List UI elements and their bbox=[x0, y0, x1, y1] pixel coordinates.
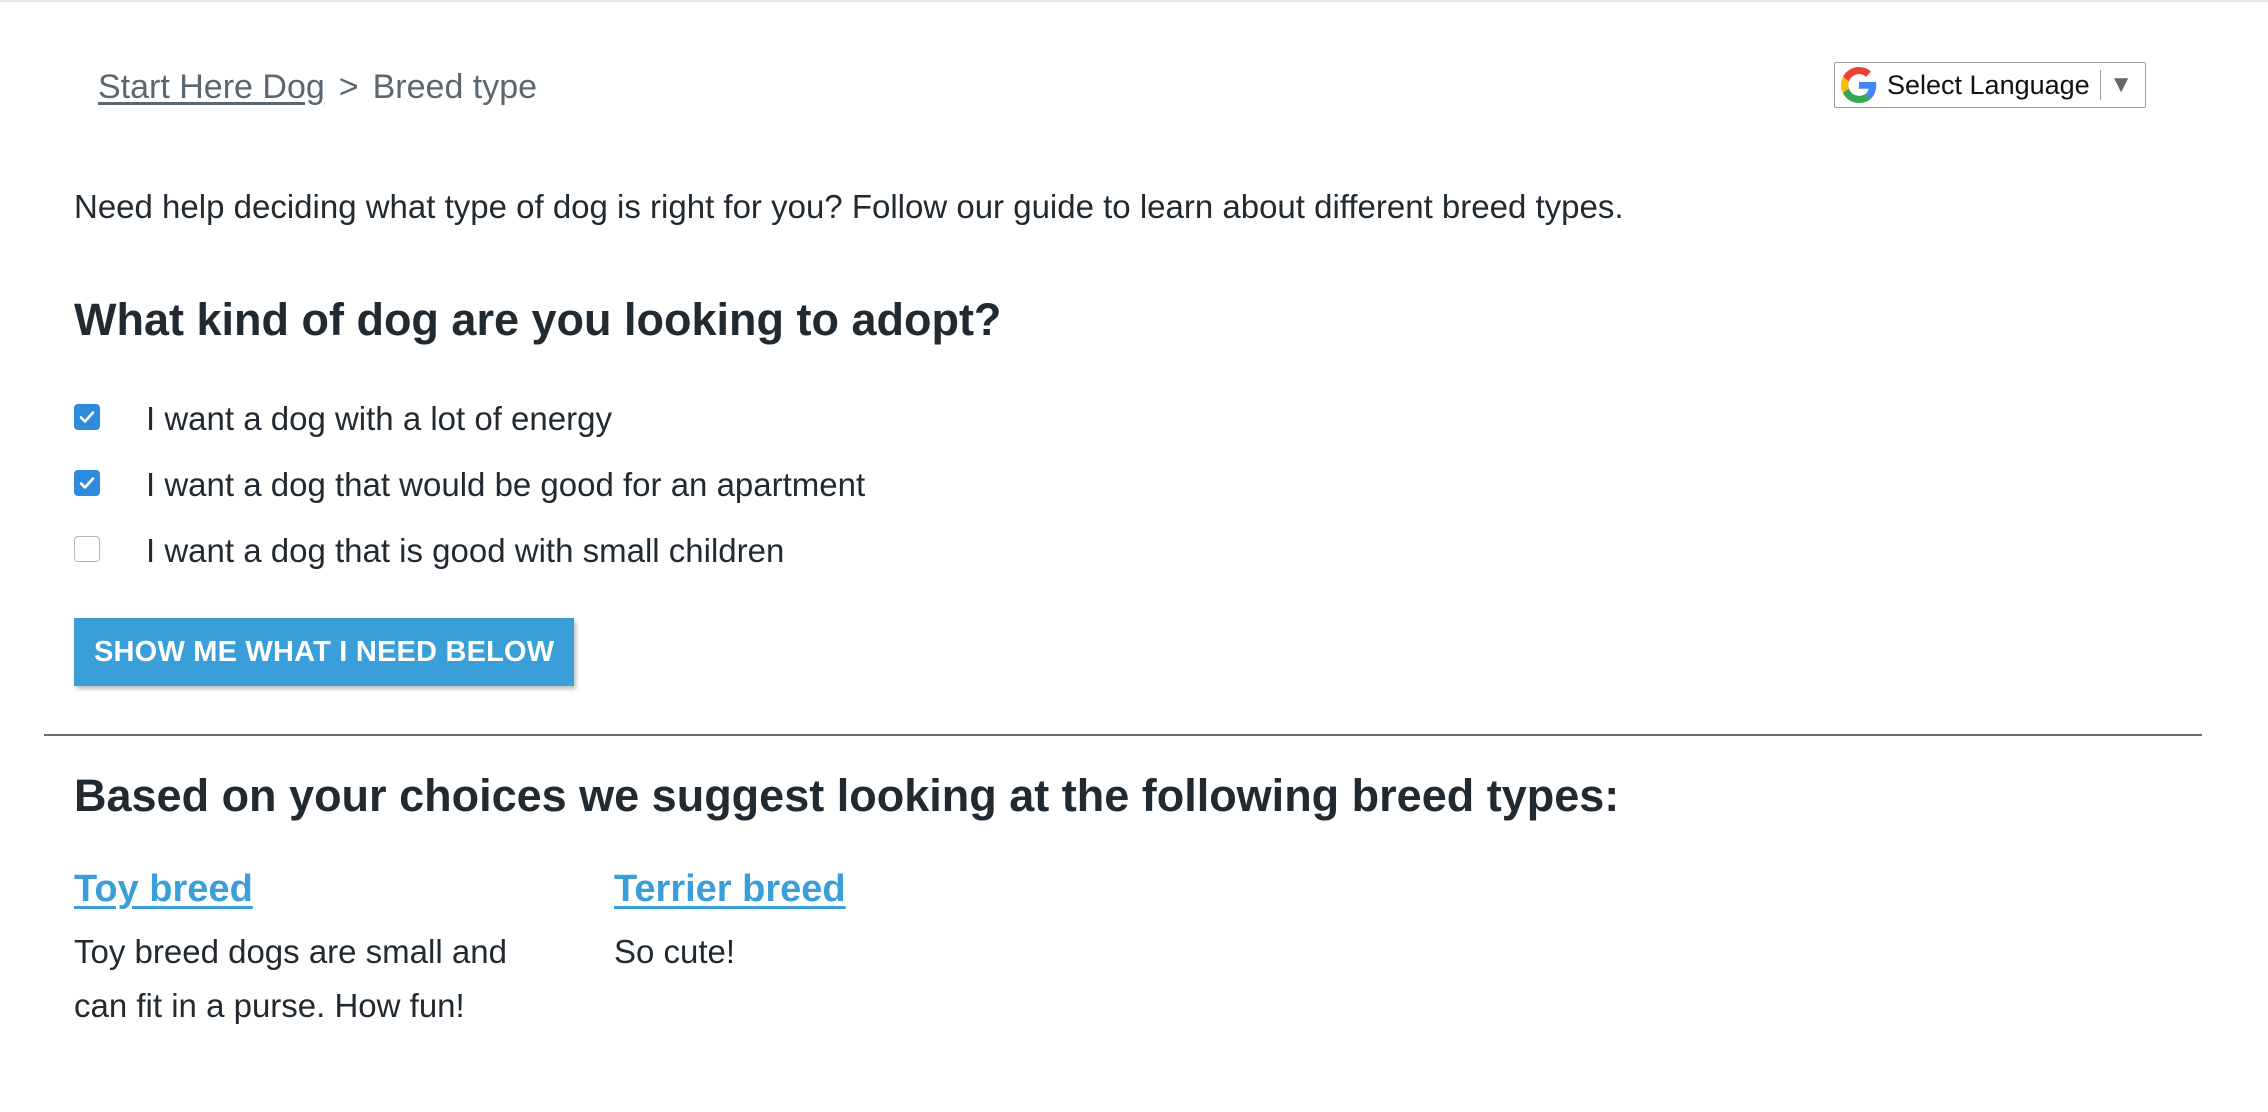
option-energy-label: I want a dog with a lot of energy bbox=[146, 400, 612, 437]
intro-text: Need help deciding what type of dog is r… bbox=[74, 188, 1624, 225]
option-children[interactable]: I want a dog that is good with small chi… bbox=[74, 518, 865, 584]
breadcrumb-home-link[interactable]: Start Here Dog bbox=[98, 68, 325, 107]
breed-description-toy: Toy breed dogs are small and can fit in … bbox=[74, 933, 507, 1024]
options-list: I want a dog with a lot of energy I want… bbox=[74, 386, 865, 584]
checkmark-icon bbox=[79, 477, 95, 489]
option-apartment[interactable]: I want a dog that would be good for an a… bbox=[74, 452, 865, 518]
language-select-label: Select Language bbox=[1887, 69, 2090, 100]
dropdown-arrow-icon: ▼ bbox=[2109, 71, 2133, 98]
top-border bbox=[0, 0, 2268, 2]
breed-link-terrier[interactable]: Terrier breed bbox=[614, 868, 1084, 911]
option-children-label: I want a dog that is good with small chi… bbox=[146, 532, 785, 569]
breadcrumb-separator: > bbox=[338, 68, 359, 106]
language-select-divider bbox=[2100, 70, 2102, 100]
breed-link-toy[interactable]: Toy breed bbox=[74, 868, 544, 911]
checkmark-icon bbox=[79, 411, 95, 423]
section-divider bbox=[44, 734, 2202, 736]
show-me-button[interactable]: SHOW ME WHAT I NEED BELOW bbox=[74, 618, 575, 686]
results-heading: Based on your choices we suggest looking… bbox=[74, 770, 1620, 821]
option-apartment-checkbox[interactable] bbox=[74, 470, 100, 496]
breadcrumb-current: Breed type bbox=[372, 68, 538, 106]
google-g-icon bbox=[1841, 67, 1877, 103]
option-children-checkbox[interactable] bbox=[74, 536, 100, 562]
page: Start Here Dog > Breed type Select Langu… bbox=[0, 0, 2268, 1112]
breed-card-terrier: Terrier breed So cute! bbox=[614, 868, 1084, 979]
language-select[interactable]: Select Language ▼ bbox=[1834, 62, 2146, 108]
breed-description-terrier: So cute! bbox=[614, 933, 736, 970]
option-apartment-label: I want a dog that would be good for an a… bbox=[146, 466, 866, 503]
breadcrumb: Start Here Dog > Breed type bbox=[98, 68, 537, 107]
option-energy-checkbox[interactable] bbox=[74, 404, 100, 430]
option-energy[interactable]: I want a dog with a lot of energy bbox=[74, 386, 865, 452]
question-heading: What kind of dog are you looking to adop… bbox=[74, 294, 1002, 345]
breed-card-toy: Toy breed Toy breed dogs are small and c… bbox=[74, 868, 544, 1033]
